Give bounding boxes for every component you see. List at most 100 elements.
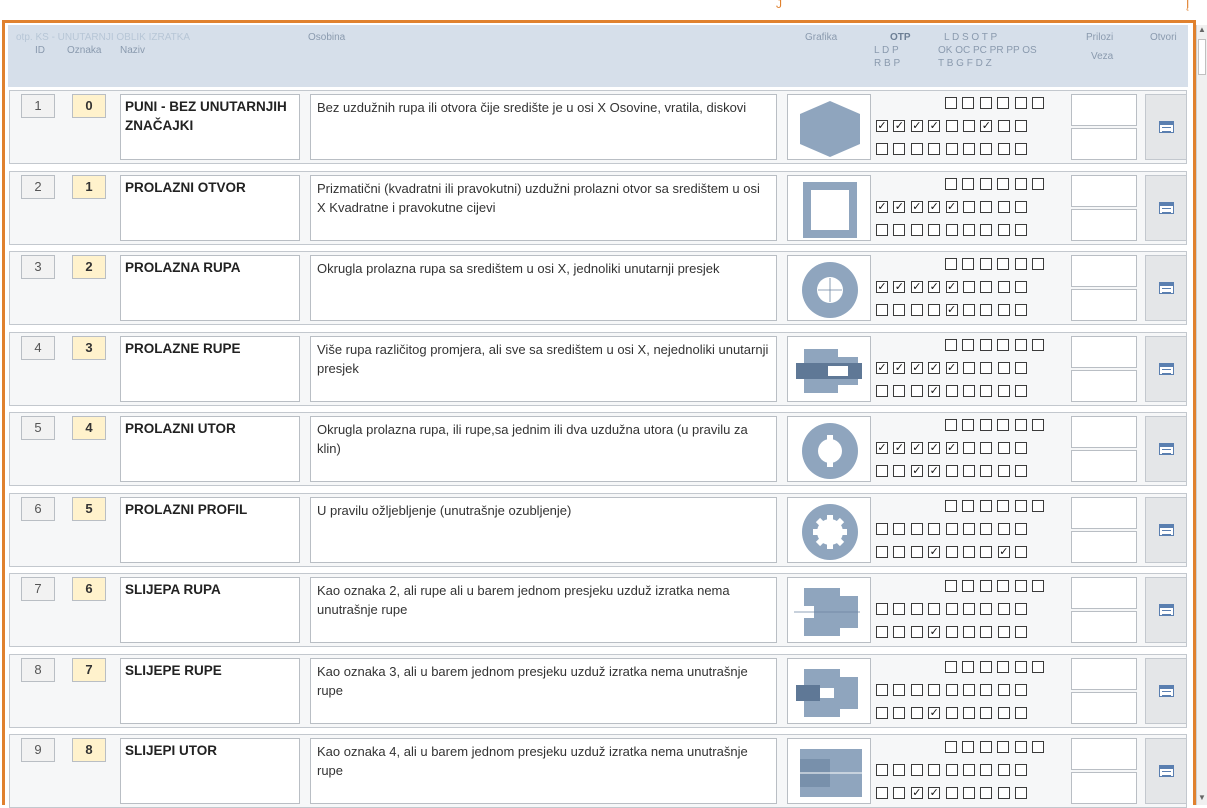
veza-field[interactable] bbox=[1071, 128, 1137, 160]
otp-top-checkbox[interactable] bbox=[997, 499, 1010, 512]
otp-top-checkbox[interactable] bbox=[962, 499, 975, 512]
otp-bottom-checkbox[interactable] bbox=[997, 304, 1010, 316]
osobina-field[interactable]: Okrugla prolazna rupa sa središtem u osi… bbox=[310, 255, 777, 321]
veza-field[interactable] bbox=[1071, 611, 1137, 643]
otp-bottom-checkbox[interactable] bbox=[997, 223, 1010, 236]
otp-mid-checkbox[interactable] bbox=[963, 200, 975, 213]
otp-mid-checkbox[interactable] bbox=[963, 522, 975, 535]
open-record-button[interactable] bbox=[1145, 496, 1187, 563]
otp-bottom-checkbox[interactable] bbox=[876, 626, 888, 638]
otp-bottom-checkbox[interactable] bbox=[893, 223, 906, 236]
prilozi-field[interactable] bbox=[1071, 577, 1137, 609]
otp-bottom-checkbox[interactable] bbox=[910, 143, 923, 155]
otp-mid-checkbox[interactable] bbox=[1015, 683, 1028, 696]
oznaka-field[interactable]: 7 bbox=[72, 657, 106, 682]
otp-bottom-checkbox[interactable] bbox=[928, 304, 941, 316]
prilozi-field[interactable] bbox=[1071, 174, 1137, 207]
otp-top-checkbox[interactable] bbox=[997, 177, 1010, 190]
otp-top-checkbox[interactable] bbox=[1014, 177, 1027, 190]
otp-bottom-checkbox[interactable] bbox=[910, 304, 923, 316]
osobina-field[interactable]: Kao oznaka 4, ali u barem jednom presjek… bbox=[310, 738, 777, 804]
otp-top-checkbox[interactable] bbox=[1032, 177, 1044, 190]
otp-top-checkbox[interactable] bbox=[962, 338, 975, 351]
otp-bottom-checkbox[interactable] bbox=[1015, 223, 1028, 236]
otp-bottom-checkbox[interactable] bbox=[963, 384, 975, 397]
otp-top-checkbox[interactable] bbox=[962, 419, 975, 431]
otp-bottom-checkbox[interactable] bbox=[945, 787, 958, 799]
otp-mid-checkbox[interactable]: ✓ bbox=[928, 442, 941, 454]
id-field[interactable]: 9 bbox=[21, 738, 55, 762]
id-field[interactable]: 8 bbox=[21, 657, 55, 682]
otp-mid-checkbox[interactable] bbox=[963, 361, 975, 374]
otp-bottom-checkbox[interactable]: ✓ bbox=[910, 465, 923, 477]
oznaka-field[interactable]: 5 bbox=[72, 496, 106, 521]
otp-bottom-checkbox[interactable] bbox=[876, 304, 888, 316]
otp-bottom-checkbox[interactable] bbox=[963, 545, 975, 558]
otp-mid-checkbox[interactable] bbox=[980, 603, 993, 615]
otp-mid-checkbox[interactable] bbox=[980, 442, 993, 454]
otp-bottom-checkbox[interactable] bbox=[945, 384, 958, 397]
otp-mid-checkbox[interactable] bbox=[893, 522, 906, 535]
otp-mid-checkbox[interactable] bbox=[997, 522, 1010, 535]
otp-mid-checkbox[interactable]: ✓ bbox=[928, 281, 941, 293]
otp-bottom-checkbox[interactable] bbox=[980, 706, 993, 719]
naziv-field[interactable]: PROLAZNA RUPA bbox=[120, 255, 300, 321]
otp-bottom-checkbox[interactable] bbox=[893, 626, 906, 638]
veza-field[interactable] bbox=[1071, 772, 1137, 804]
otp-bottom-checkbox[interactable] bbox=[1015, 465, 1028, 477]
otp-mid-checkbox[interactable] bbox=[910, 603, 923, 615]
otp-bottom-checkbox[interactable] bbox=[945, 545, 958, 558]
otp-bottom-checkbox[interactable] bbox=[980, 143, 993, 155]
osobina-field[interactable]: Okrugla prolazna rupa, ili rupe,sa jedni… bbox=[310, 416, 777, 482]
otp-mid-checkbox[interactable] bbox=[980, 764, 993, 776]
otp-mid-checkbox[interactable] bbox=[945, 603, 958, 615]
otp-bottom-checkbox[interactable] bbox=[963, 304, 975, 316]
otp-bottom-checkbox[interactable] bbox=[893, 787, 906, 799]
otp-mid-checkbox[interactable]: ✓ bbox=[945, 200, 958, 213]
otp-bottom-checkbox[interactable]: ✓ bbox=[945, 304, 958, 316]
osobina-field[interactable]: Prizmatični (kvadratni ili pravokutni) u… bbox=[310, 174, 777, 241]
otp-bottom-checkbox[interactable]: ✓ bbox=[928, 626, 941, 638]
open-record-button[interactable] bbox=[1145, 174, 1187, 241]
otp-mid-checkbox[interactable] bbox=[997, 361, 1010, 374]
id-field[interactable]: 2 bbox=[21, 174, 55, 199]
otp-mid-checkbox[interactable]: ✓ bbox=[876, 200, 888, 213]
oznaka-field[interactable]: 8 bbox=[72, 738, 106, 762]
otp-bottom-checkbox[interactable] bbox=[910, 223, 923, 236]
otp-top-checkbox[interactable] bbox=[1014, 258, 1027, 270]
otp-mid-checkbox[interactable]: ✓ bbox=[876, 442, 888, 454]
otp-bottom-checkbox[interactable] bbox=[1015, 384, 1028, 397]
otp-bottom-checkbox[interactable] bbox=[997, 384, 1010, 397]
otp-mid-checkbox[interactable] bbox=[997, 603, 1010, 615]
osobina-field[interactable]: Više rupa različitog promjera, ali sve s… bbox=[310, 335, 777, 402]
otp-top-checkbox[interactable] bbox=[945, 660, 957, 673]
otp-bottom-checkbox[interactable] bbox=[945, 706, 958, 719]
otp-bottom-checkbox[interactable]: ✓ bbox=[928, 384, 941, 397]
otp-mid-checkbox[interactable]: ✓ bbox=[893, 281, 906, 293]
otp-mid-checkbox[interactable] bbox=[910, 683, 923, 696]
otp-top-checkbox[interactable] bbox=[962, 177, 975, 190]
otp-top-checkbox[interactable] bbox=[997, 338, 1010, 351]
otp-bottom-checkbox[interactable] bbox=[997, 626, 1010, 638]
otp-mid-checkbox[interactable]: ✓ bbox=[876, 281, 888, 293]
otp-bottom-checkbox[interactable] bbox=[928, 143, 941, 155]
vertical-scrollbar[interactable]: ▲ ▼ bbox=[1196, 25, 1207, 805]
otp-bottom-checkbox[interactable] bbox=[876, 465, 888, 477]
otp-top-checkbox[interactable] bbox=[1032, 741, 1044, 753]
otp-mid-checkbox[interactable] bbox=[928, 683, 941, 696]
otp-bottom-checkbox[interactable]: ✓ bbox=[928, 545, 941, 558]
otp-bottom-checkbox[interactable] bbox=[893, 304, 906, 316]
otp-mid-checkbox[interactable] bbox=[876, 603, 888, 615]
otp-mid-checkbox[interactable]: ✓ bbox=[893, 120, 906, 132]
otp-mid-checkbox[interactable]: ✓ bbox=[980, 120, 993, 132]
otp-bottom-checkbox[interactable] bbox=[997, 465, 1010, 477]
otp-bottom-checkbox[interactable] bbox=[876, 384, 888, 397]
otp-mid-checkbox[interactable] bbox=[893, 683, 906, 696]
otp-bottom-checkbox[interactable] bbox=[1015, 545, 1028, 558]
otp-mid-checkbox[interactable]: ✓ bbox=[910, 361, 923, 374]
otp-top-checkbox[interactable] bbox=[997, 580, 1010, 592]
otp-top-checkbox[interactable] bbox=[997, 97, 1010, 109]
open-record-button[interactable] bbox=[1145, 738, 1187, 804]
otp-bottom-checkbox[interactable] bbox=[1015, 706, 1028, 719]
otp-mid-checkbox[interactable] bbox=[1015, 200, 1028, 213]
